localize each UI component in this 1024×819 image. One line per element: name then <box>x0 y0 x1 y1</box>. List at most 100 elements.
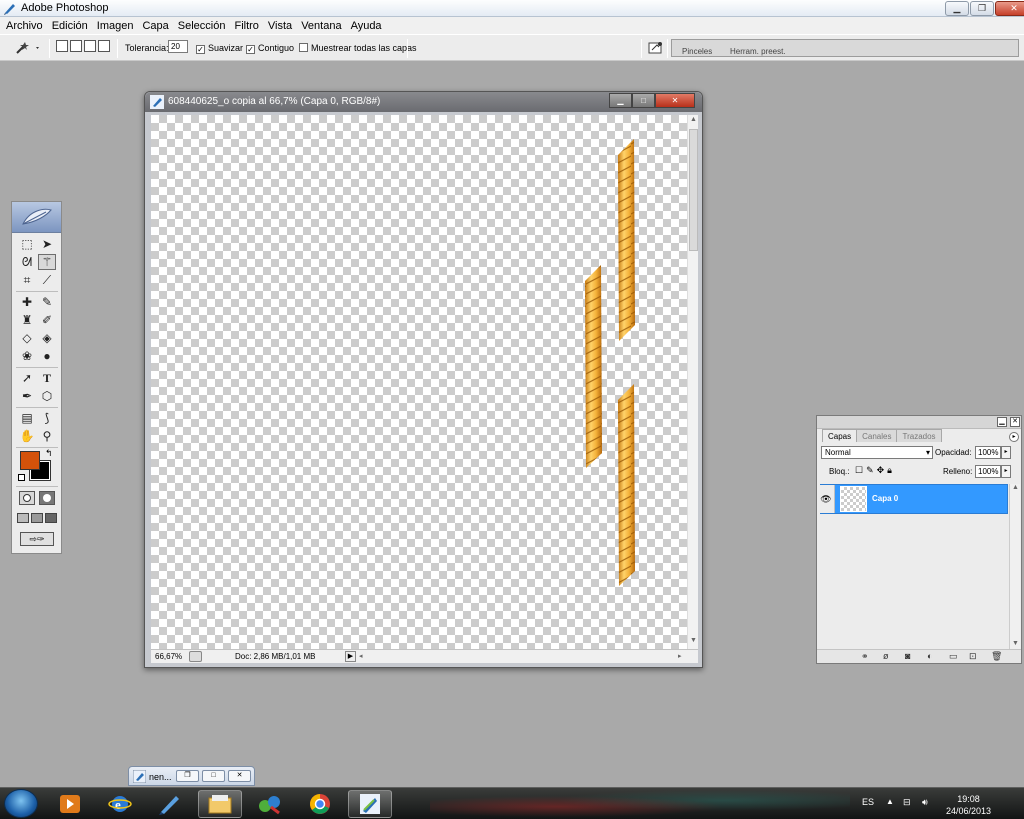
volume-icon[interactable]: 🔊︎ <box>922 797 928 808</box>
default-colors-icon[interactable] <box>18 474 25 481</box>
menu-capa[interactable]: Capa <box>142 20 168 32</box>
contiguous-checkbox[interactable]: ✓ <box>246 45 255 54</box>
path-selection-tool-icon[interactable]: ➚ <box>18 370 36 386</box>
lasso-tool-icon[interactable]: ᘛ <box>18 254 36 270</box>
layer-visibility-eye-icon[interactable]: 👁︎ <box>818 485 835 513</box>
menu-ayuda[interactable]: Ayuda <box>351 20 382 32</box>
foreground-color-swatch[interactable] <box>20 451 40 470</box>
link-layers-icon[interactable]: ⚭ <box>861 651 869 662</box>
move-tool-icon[interactable]: ➤ <box>38 236 56 252</box>
zoom-widget-icon[interactable] <box>189 651 202 662</box>
clone-stamp-tool-icon[interactable]: ♜ <box>18 312 36 328</box>
tab-canales[interactable]: Canales <box>856 429 898 442</box>
intersect-selection-icon[interactable] <box>98 40 110 52</box>
magic-wand-preset-icon[interactable] <box>14 40 42 56</box>
menu-vista[interactable]: Vista <box>268 20 292 32</box>
layer-style-icon[interactable]: ø <box>883 651 889 661</box>
hand-tool-icon[interactable]: ✋ <box>18 428 36 444</box>
fill-slider-arrow-icon[interactable]: ▸ <box>1001 465 1011 478</box>
quick-mask-mode-icon[interactable] <box>39 491 55 505</box>
language-indicator[interactable]: ES <box>862 797 874 807</box>
menu-imagen[interactable]: Imagen <box>97 20 134 32</box>
brush-tool-icon[interactable]: ✎ <box>38 294 56 310</box>
taskbar-photoshop-icon[interactable] <box>148 790 192 818</box>
taskbar-chrome-icon[interactable] <box>298 790 342 818</box>
taskbar-photoshop-active-icon[interactable] <box>348 790 392 818</box>
adjustment-layer-icon[interactable]: ◐ <box>927 651 932 661</box>
dodge-tool-icon[interactable]: ● <box>38 348 56 364</box>
menu-seleccion[interactable]: Selección <box>178 20 226 32</box>
restore-button[interactable]: ❐ <box>970 1 994 16</box>
brushes-tab[interactable]: Pinceles <box>682 47 712 56</box>
tab-capas[interactable]: Capas <box>822 429 858 442</box>
screen-mode-full-icon[interactable] <box>45 513 57 523</box>
slice-tool-icon[interactable]: ⟋ <box>38 272 56 288</box>
type-tool-icon[interactable]: T <box>38 370 56 386</box>
document-titlebar[interactable]: 608440625_o copia al 66,7% (Capa 0, RGB/… <box>145 92 702 112</box>
minimized-doc-maximize-button[interactable]: □ <box>202 770 225 782</box>
opacity-slider-arrow-icon[interactable]: ▸ <box>1001 446 1011 459</box>
toolbox-header[interactable] <box>12 202 61 233</box>
layers-scrollbar[interactable]: ▲ ▼ <box>1009 484 1020 650</box>
lock-position-icon[interactable]: ✥ <box>877 465 888 475</box>
tool-presets-tab[interactable]: Herram. preest. <box>730 47 786 56</box>
scroll-down-arrow-icon[interactable]: ▼ <box>690 637 697 644</box>
document-vertical-scrollbar[interactable]: ▲ ▼ <box>687 115 698 650</box>
minimize-button[interactable]: ▁ <box>945 1 969 16</box>
document-minimize-button[interactable]: ▁ <box>609 93 632 108</box>
taskbar-media-player-icon[interactable] <box>48 790 92 818</box>
delete-layer-icon[interactable]: 🗑︎ <box>991 651 1002 662</box>
start-button[interactable] <box>4 789 38 818</box>
layer-mask-icon[interactable]: ◙ <box>905 651 910 661</box>
eyedropper-tool-icon[interactable]: ⟆ <box>38 410 56 426</box>
close-button[interactable]: ✕ <box>995 1 1024 16</box>
palette-close-icon[interactable]: ✕ <box>1010 417 1020 427</box>
taskbar-internet-explorer-icon[interactable]: e <box>98 790 142 818</box>
menu-filtro[interactable]: Filtro <box>234 20 258 32</box>
healing-brush-tool-icon[interactable]: ✚ <box>18 294 36 310</box>
subtract-selection-icon[interactable] <box>84 40 96 52</box>
screen-mode-standard-icon[interactable] <box>17 513 29 523</box>
minimized-document[interactable]: nen... ❐ □ ✕ <box>128 766 255 786</box>
add-selection-icon[interactable] <box>70 40 82 52</box>
tab-trazados[interactable]: Trazados <box>896 429 942 442</box>
menu-edicion[interactable]: Edición <box>52 20 88 32</box>
status-menu-arrow-icon[interactable]: ▶ <box>345 651 356 662</box>
custom-shape-tool-icon[interactable]: ⬡ <box>38 388 56 404</box>
opacity-input[interactable]: 100% <box>975 446 1001 459</box>
lock-transparency-icon[interactable]: ☐ <box>855 465 866 475</box>
jump-to-imageready-icon[interactable]: ⇨✑ <box>20 532 54 546</box>
palette-menu-icon[interactable]: ▸ <box>1009 432 1019 442</box>
scroll-up-arrow-icon[interactable]: ▲ <box>690 116 697 123</box>
history-brush-tool-icon[interactable]: ✐ <box>38 312 56 328</box>
zoom-tool-icon[interactable]: ⚲ <box>38 428 56 444</box>
sample-all-layers-checkbox[interactable] <box>299 43 308 52</box>
image-canvas[interactable] <box>151 115 687 650</box>
menu-ventana[interactable]: Ventana <box>301 20 341 32</box>
document-maximize-button[interactable]: □ <box>632 93 655 108</box>
standard-mode-icon[interactable] <box>19 491 35 505</box>
scroll-thumb[interactable] <box>689 129 698 251</box>
menu-archivo[interactable]: Archivo <box>6 20 43 32</box>
layer-row[interactable]: 👁︎ Capa 0 <box>818 484 1008 514</box>
antialias-checkbox[interactable]: ✓ <box>196 45 205 54</box>
lock-paint-icon[interactable]: ✎ <box>866 465 877 475</box>
swap-colors-icon[interactable]: ↰ <box>45 448 53 459</box>
rect-marquee-tool-icon[interactable]: ⬚ <box>18 236 36 252</box>
paint-bucket-tool-icon[interactable]: ◈ <box>38 330 56 346</box>
blur-tool-icon[interactable]: ❀ <box>18 348 36 364</box>
blend-mode-select[interactable]: Normal <box>821 446 933 459</box>
system-clock[interactable]: 19:08 24/06/2013 <box>946 793 991 817</box>
eraser-tool-icon[interactable]: ◇ <box>18 330 36 346</box>
taskbar-explorer-icon[interactable] <box>198 790 242 818</box>
minimized-doc-close-button[interactable]: ✕ <box>228 770 251 782</box>
lock-all-icon[interactable]: 🔒︎ <box>887 465 895 475</box>
new-layer-icon[interactable]: ⊡ <box>969 651 977 662</box>
crop-tool-icon[interactable]: ⌗ <box>18 272 36 288</box>
notes-tool-icon[interactable]: ▤ <box>18 410 36 426</box>
show-hidden-icons-icon[interactable]: ▲ <box>886 797 894 806</box>
zoom-level[interactable]: 66,67% <box>155 652 182 661</box>
layer-name[interactable]: Capa 0 <box>872 494 898 503</box>
layers-palette-header[interactable]: ▁ ✕ <box>817 416 1021 429</box>
scroll-right-arrow-icon[interactable]: ▸ <box>678 652 682 660</box>
